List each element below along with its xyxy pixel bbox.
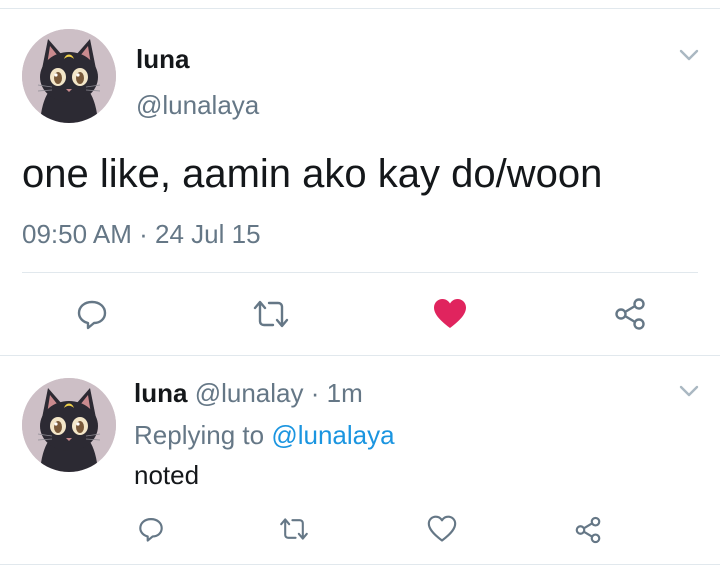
top-divider — [0, 8, 720, 9]
avatar[interactable] — [22, 378, 116, 472]
tweet-text: noted — [134, 460, 200, 490]
tweet-text: one like, aamin ako kay do/woon — [22, 152, 603, 196]
retweet-button[interactable] — [250, 294, 292, 334]
share-button[interactable] — [610, 294, 650, 334]
share-icon — [575, 516, 601, 544]
tweet-date[interactable]: 24 Jul 15 — [155, 219, 261, 249]
bottom-divider — [0, 564, 720, 565]
tweet-age[interactable]: 1m — [327, 378, 363, 408]
share-icon — [615, 298, 645, 330]
chevron-down-icon[interactable] — [677, 382, 701, 400]
cat-avatar-icon — [22, 29, 116, 123]
retweet-icon — [280, 518, 308, 540]
heart-filled-icon — [434, 299, 466, 328]
like-button[interactable] — [424, 512, 460, 546]
replying-handle-link[interactable]: @lunalaya — [271, 420, 394, 450]
meta-separator: · — [310, 378, 320, 408]
section-divider — [0, 355, 720, 356]
author-name[interactable]: luna — [134, 378, 187, 408]
reply-button[interactable] — [134, 512, 168, 546]
replying-to: Replying to @lunalaya — [134, 420, 395, 451]
retweet-button[interactable] — [276, 512, 312, 546]
tweet-time[interactable]: 09:50 AM — [22, 219, 132, 249]
share-button[interactable] — [570, 512, 606, 548]
author-handle[interactable]: @lunalaya — [136, 90, 259, 121]
author-handle[interactable]: @lunalay — [195, 378, 304, 408]
retweet-icon — [253, 300, 289, 328]
like-button[interactable] — [430, 294, 470, 334]
meta-separator: · — [139, 219, 148, 249]
reply-icon — [77, 300, 107, 330]
heart-outline-icon — [427, 515, 457, 542]
tweet-meta: 09:50 AM · 24 Jul 15 — [22, 219, 261, 250]
chevron-down-icon[interactable] — [677, 46, 701, 64]
tweet-divider — [22, 272, 698, 273]
reply-header: luna @lunalay · 1m — [134, 378, 363, 409]
replying-prefix: Replying to — [134, 420, 265, 450]
reply-icon — [139, 518, 163, 542]
author-name[interactable]: luna — [136, 44, 189, 75]
cat-avatar-icon — [22, 378, 116, 472]
reply-button[interactable] — [72, 294, 112, 334]
avatar[interactable] — [22, 29, 116, 123]
